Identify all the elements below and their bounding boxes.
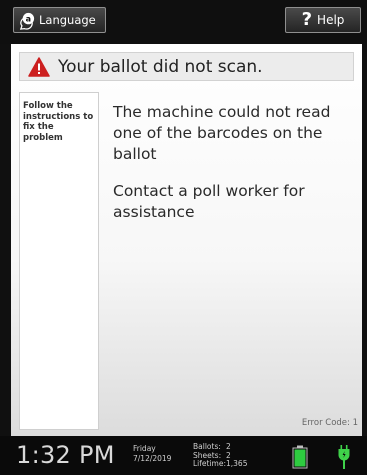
contact-instructions: Contact a poll worker for assistance: [113, 182, 305, 221]
status-bar: 1:32 PM Friday 7/12/2019 Ballots: 2 Sheet…: [0, 436, 367, 475]
instructions-text: Follow the instructions to fix the probl…: [23, 101, 94, 143]
date-display: Friday 7/12/2019: [133, 444, 171, 463]
language-button[interactable]: a Language: [13, 7, 106, 33]
message-area: The machine could not read one of the ba…: [113, 102, 357, 239]
counters: Ballots: 2 Sheets: 2 Lifetime:1,365: [193, 442, 248, 469]
lifetime-count: Lifetime:1,365: [193, 459, 248, 468]
svg-text:a: a: [26, 14, 31, 23]
power-plug-icon: [338, 445, 350, 469]
question-mark-icon: ?: [301, 9, 313, 30]
alert-banner: Your ballot did not scan.: [19, 52, 354, 81]
error-description: The machine could not read one of the ba…: [113, 103, 331, 163]
top-bar: a Language ? Help: [0, 0, 367, 44]
day-label: Friday: [133, 444, 156, 453]
language-label: Language: [39, 13, 96, 27]
warning-icon: [28, 56, 50, 77]
help-label: Help: [317, 13, 345, 27]
battery-icon: [292, 445, 308, 469]
help-button[interactable]: ? Help: [285, 7, 361, 33]
language-icon: a: [19, 12, 35, 30]
alert-message: Your ballot did not scan.: [58, 56, 263, 77]
date-label: 7/12/2019: [133, 453, 172, 463]
main-panel: Your ballot did not scan. Follow the ins…: [11, 44, 362, 436]
clock: 1:32 PM: [16, 441, 115, 469]
instructions-panel: Follow the instructions to fix the probl…: [19, 92, 99, 430]
error-code: Error Code: 1: [301, 418, 358, 428]
